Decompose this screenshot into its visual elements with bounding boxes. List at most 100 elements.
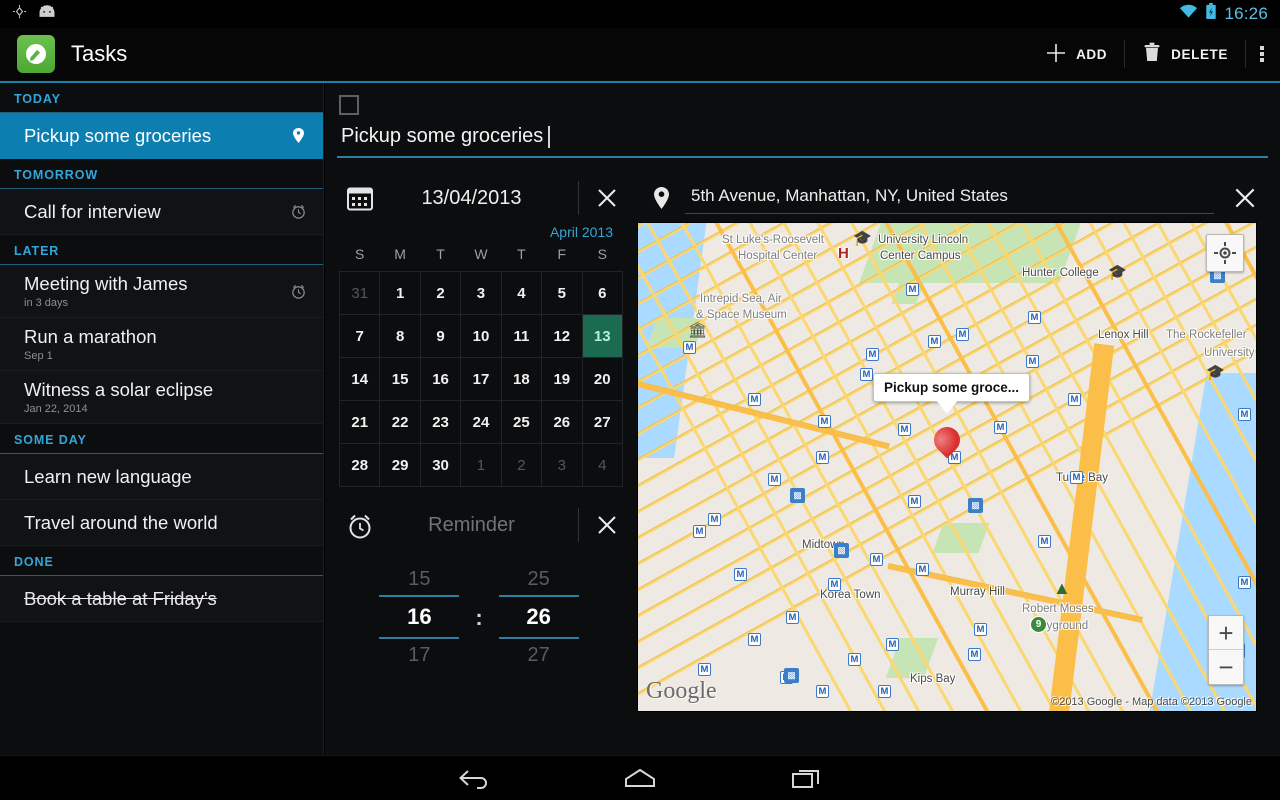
clear-location-button[interactable] — [1214, 185, 1276, 211]
hour-next[interactable]: 17 — [379, 641, 459, 669]
map-info-window[interactable]: Pickup some groce... — [873, 373, 1031, 402]
calendar-day[interactable]: 1 — [460, 443, 502, 487]
subway-station-marker[interactable]: M — [1028, 311, 1041, 324]
calendar-day[interactable]: 5 — [541, 271, 583, 315]
task-list-item[interactable]: Pickup some groceries — [0, 113, 323, 159]
delete-button[interactable]: DELETE — [1125, 28, 1245, 80]
subway-station-marker[interactable]: M — [1026, 355, 1039, 368]
subway-station-marker[interactable]: M — [848, 653, 861, 666]
calendar-day[interactable]: 20 — [581, 357, 624, 401]
calendar-day[interactable]: 28 — [338, 443, 381, 487]
subway-station-marker[interactable]: M — [898, 423, 911, 436]
calendar-day[interactable]: 3 — [460, 271, 502, 315]
subway-station-marker[interactable]: M — [994, 421, 1007, 434]
train-station-marker[interactable]: ▩ — [790, 488, 805, 503]
task-list-sidebar[interactable]: TODAY Pickup some groceries TOMORROW Call f… — [0, 83, 324, 755]
task-list-item[interactable]: Travel around the world — [0, 500, 323, 546]
subway-station-marker[interactable]: M — [828, 578, 841, 591]
task-list-item[interactable]: Book a table at Friday's — [0, 576, 323, 622]
task-list-item[interactable]: Witness a solar eclipse Jan 22, 2014 — [0, 371, 323, 424]
calendar-day[interactable]: 31 — [338, 271, 381, 315]
train-station-marker[interactable]: ▩ — [968, 498, 983, 513]
reminder-field[interactable]: Reminder — [337, 501, 635, 549]
subway-station-marker[interactable]: M — [734, 568, 747, 581]
calendar-day[interactable]: 21 — [338, 400, 381, 444]
calendar-day[interactable]: 24 — [460, 400, 502, 444]
subway-station-marker[interactable]: M — [860, 368, 873, 381]
calendar-day[interactable]: 12 — [541, 314, 583, 358]
calendar-day[interactable]: 16 — [419, 357, 462, 401]
time-picker[interactable]: 15 16 17 : 25 26 27 — [337, 565, 635, 669]
subway-station-marker[interactable]: M — [916, 563, 929, 576]
subway-station-marker[interactable]: M — [928, 335, 941, 348]
task-list-item[interactable]: Run a marathon Sep 1 — [0, 318, 323, 371]
add-button[interactable]: ADD — [1028, 28, 1124, 80]
calendar-day[interactable]: 19 — [541, 357, 583, 401]
subway-station-marker[interactable]: M — [886, 638, 899, 651]
calendar-day[interactable]: 2 — [419, 271, 462, 315]
calendar-day[interactable]: 3 — [541, 443, 583, 487]
subway-station-marker[interactable]: M — [708, 513, 721, 526]
calendar-day[interactable]: 4 — [581, 443, 624, 487]
subway-station-marker[interactable]: M — [1070, 471, 1083, 484]
calendar-day[interactable]: 14 — [338, 357, 381, 401]
due-date-field[interactable]: 13/04/2013 — [337, 174, 635, 222]
calendar-day[interactable]: 6 — [581, 271, 624, 315]
train-station-marker[interactable]: ▩ — [834, 543, 849, 558]
nav-back-button[interactable] — [446, 759, 502, 797]
minute-value[interactable]: 26 — [499, 599, 579, 635]
subway-station-marker[interactable]: M — [866, 348, 879, 361]
task-list-item[interactable]: Learn new language — [0, 454, 323, 500]
subway-station-marker[interactable]: M — [698, 663, 711, 676]
subway-station-marker[interactable]: M — [1238, 408, 1251, 421]
subway-station-marker[interactable]: M — [818, 415, 831, 428]
subway-station-marker[interactable]: M — [748, 393, 761, 406]
calendar-day[interactable]: 9 — [419, 314, 462, 358]
calendar-day[interactable]: 30 — [419, 443, 462, 487]
calendar-day[interactable]: 8 — [379, 314, 421, 358]
task-list-item[interactable]: Meeting with James in 3 days — [0, 265, 323, 318]
calendar-day[interactable]: 17 — [460, 357, 502, 401]
minute-spinner[interactable]: 25 26 27 — [498, 565, 579, 669]
task-title-input[interactable]: Pickup some groceries — [337, 121, 1268, 158]
subway-station-marker[interactable]: M — [693, 525, 706, 538]
calendar-day[interactable]: 11 — [500, 314, 543, 358]
calendar-day[interactable]: 15 — [379, 357, 421, 401]
subway-station-marker[interactable]: M — [748, 633, 761, 646]
calendar-day[interactable]: 4 — [500, 271, 543, 315]
minute-previous[interactable]: 25 — [499, 565, 579, 593]
subway-station-marker[interactable]: M — [878, 685, 891, 698]
map-view[interactable]: St Luke's-Roosevelt Hospital Center Univer… — [637, 222, 1257, 712]
calendar-day[interactable]: 29 — [379, 443, 421, 487]
calendar-day[interactable]: 26 — [541, 400, 583, 444]
calendar-day[interactable]: 1 — [379, 271, 421, 315]
task-list-item[interactable]: Call for interview — [0, 189, 323, 235]
calendar-grid[interactable]: SMTWTFS 31 1 2 3 4 5 6 7 8 9 10 11 12 13 14 15 16 17 18 19 2… — [338, 246, 624, 487]
clear-reminder-button[interactable] — [579, 513, 635, 537]
calendar-day[interactable]: 10 — [460, 314, 502, 358]
overflow-menu-button[interactable] — [1246, 28, 1280, 80]
subway-station-marker[interactable]: M — [1238, 576, 1251, 589]
my-location-button[interactable] — [1206, 234, 1244, 272]
task-complete-checkbox[interactable] — [339, 95, 359, 115]
zoom-in-button[interactable]: + — [1209, 616, 1243, 650]
subway-station-marker[interactable]: M — [968, 648, 981, 661]
nav-recents-button[interactable] — [778, 759, 834, 797]
subway-station-marker[interactable]: M — [683, 341, 696, 354]
hour-value[interactable]: 16 — [379, 599, 459, 635]
calendar-day[interactable]: 22 — [379, 400, 421, 444]
subway-station-marker[interactable]: M — [1068, 393, 1081, 406]
calendar-day[interactable]: 2 — [500, 443, 543, 487]
calendar-day-selected[interactable]: 13 — [581, 314, 624, 358]
subway-station-marker[interactable]: M — [974, 623, 987, 636]
clear-date-button[interactable] — [579, 186, 635, 210]
subway-station-marker[interactable]: M — [956, 328, 969, 341]
subway-station-marker[interactable]: M — [816, 685, 829, 698]
subway-station-marker[interactable]: M — [1038, 535, 1051, 548]
calendar-day[interactable]: 25 — [500, 400, 543, 444]
subway-station-marker[interactable]: M — [906, 283, 919, 296]
calendar-day[interactable]: 18 — [500, 357, 543, 401]
zoom-out-button[interactable]: − — [1209, 650, 1243, 684]
hour-previous[interactable]: 15 — [379, 565, 459, 593]
calendar-day[interactable]: 23 — [419, 400, 462, 444]
